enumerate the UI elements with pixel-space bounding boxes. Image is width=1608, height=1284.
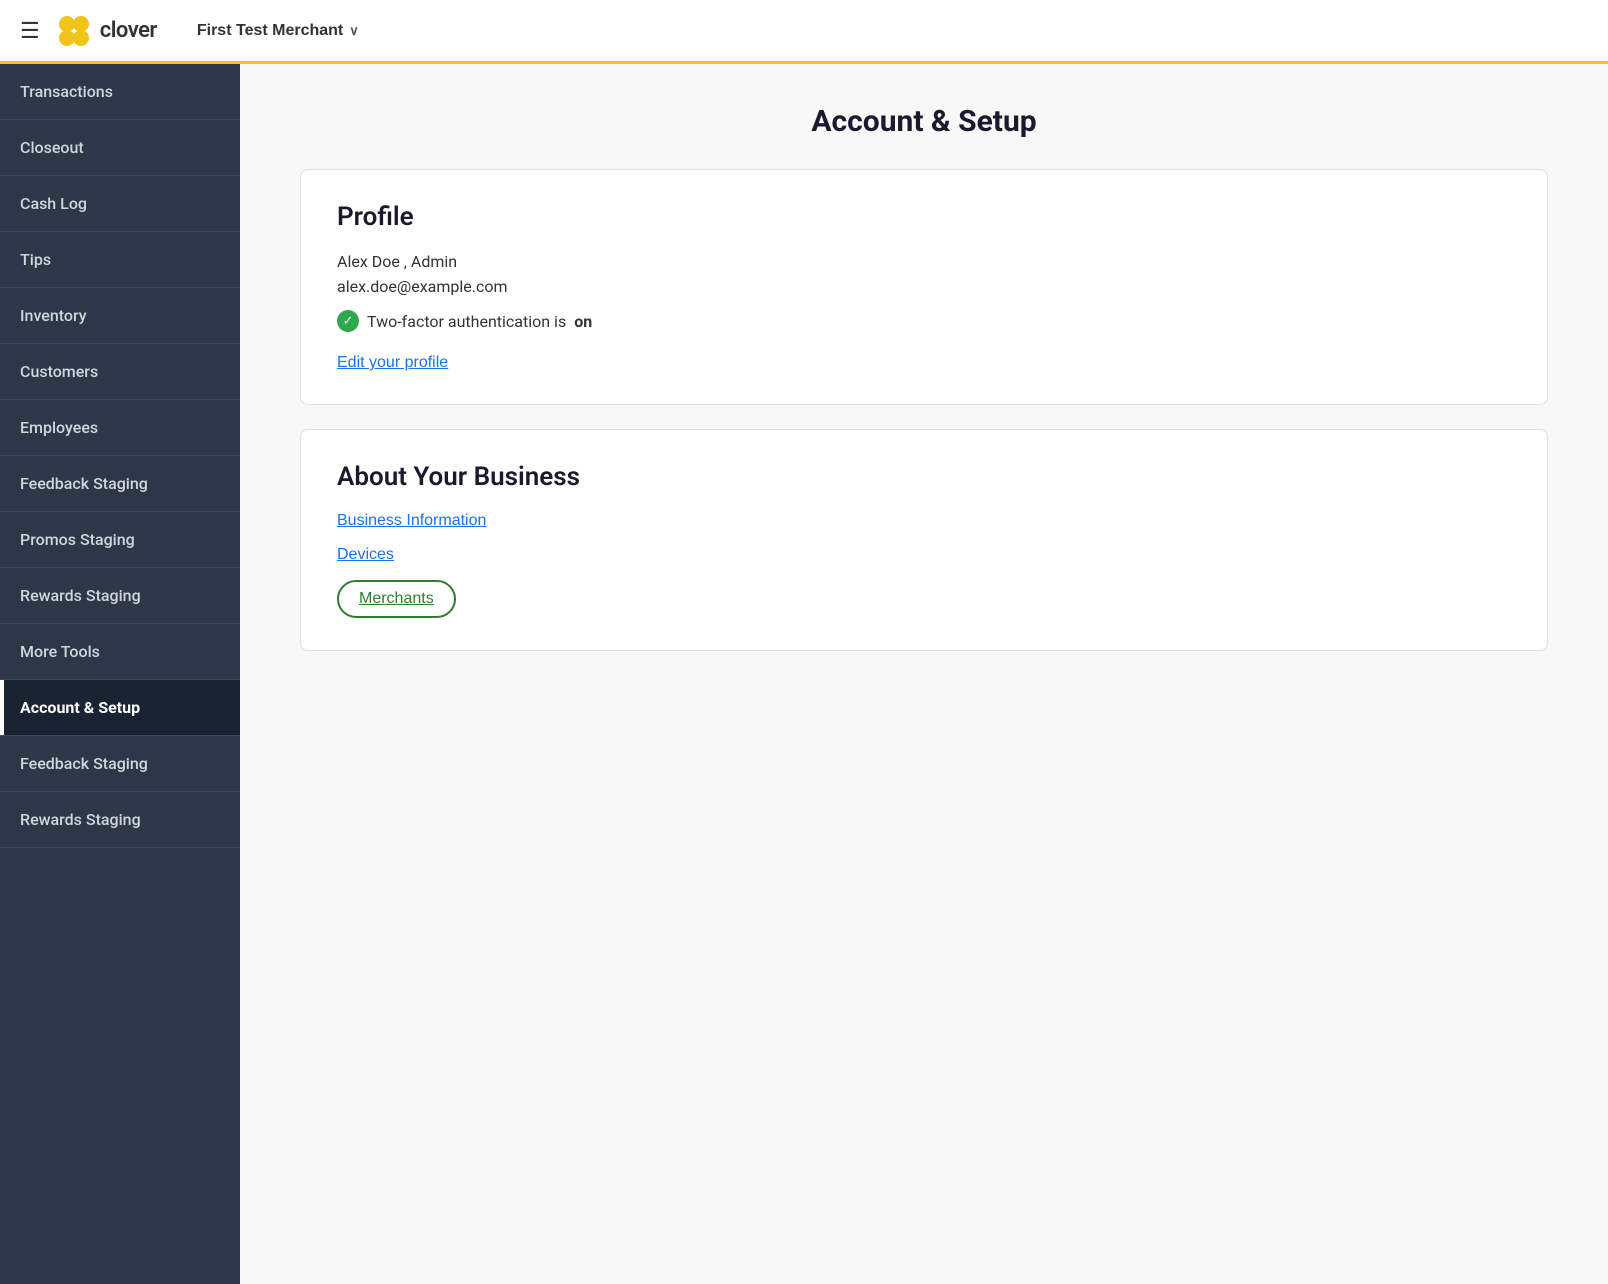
sidebar-item-label: Rewards Staging (20, 586, 141, 605)
sidebar-item-label: Cash Log (20, 194, 87, 213)
edit-profile-link[interactable]: Edit your profile (337, 354, 448, 372)
merchants-button[interactable]: Merchants (337, 580, 456, 618)
sidebar-item-label: Feedback Staging (20, 474, 148, 493)
business-card: About Your Business Business Information… (300, 429, 1548, 651)
tfa-check-icon: ✓ (337, 310, 359, 332)
chevron-down-icon: ∨ (349, 23, 359, 39)
sidebar-item-label: Feedback Staging (20, 754, 148, 773)
profile-email: alex.doe@example.com (337, 277, 1511, 296)
merchant-selector[interactable]: First Test Merchant ∨ (197, 22, 359, 40)
sidebar-item-inventory[interactable]: Inventory (0, 288, 240, 344)
page-title: Account & Setup (300, 104, 1548, 139)
sidebar-item-rewards-staging[interactable]: Rewards Staging (0, 568, 240, 624)
sidebar-item-tips[interactable]: Tips (0, 232, 240, 288)
sidebar-item-label: Inventory (20, 306, 87, 325)
logo: clover (56, 13, 157, 49)
main-content: Account & Setup Profile Alex Doe , Admin… (240, 64, 1608, 1284)
sidebar-item-label: Tips (20, 250, 51, 269)
merchant-name: First Test Merchant (197, 22, 343, 40)
sidebar-item-feedback-staging-2[interactable]: Feedback Staging (0, 736, 240, 792)
sidebar-item-more-tools[interactable]: More Tools (0, 624, 240, 680)
tfa-status: on (574, 312, 592, 331)
tfa-row: ✓ Two-factor authentication is on (337, 310, 1511, 332)
sidebar-item-label: Closeout (20, 138, 84, 157)
sidebar-item-label: Account & Setup (20, 698, 140, 717)
clover-logo-icon (56, 13, 92, 49)
app-layout: Transactions Closeout Cash Log Tips Inventor… (0, 64, 1608, 1284)
sidebar-item-employees[interactable]: Employees (0, 400, 240, 456)
tfa-text: Two-factor authentication is (367, 312, 566, 331)
sidebar-item-closeout[interactable]: Closeout (0, 120, 240, 176)
sidebar-item-label: More Tools (20, 642, 100, 661)
business-link-business-info[interactable]: Business Information (337, 512, 486, 530)
profile-name: Alex Doe , Admin (337, 252, 1511, 271)
profile-card-title: Profile (337, 202, 1511, 232)
sidebar: Transactions Closeout Cash Log Tips Inventor… (0, 64, 240, 1284)
sidebar-item-feedback-staging[interactable]: Feedback Staging (0, 456, 240, 512)
sidebar-item-cash-log[interactable]: Cash Log (0, 176, 240, 232)
sidebar-item-promos-staging[interactable]: Promos Staging (0, 512, 240, 568)
header: ☰ clover First Test Merchant ∨ (0, 0, 1608, 64)
logo-text: clover (100, 18, 157, 43)
hamburger-button[interactable]: ☰ (20, 20, 40, 42)
business-card-title: About Your Business (337, 462, 1511, 492)
sidebar-item-account-setup[interactable]: Account & Setup (0, 680, 240, 736)
business-link-devices[interactable]: Devices (337, 546, 394, 564)
sidebar-item-label: Promos Staging (20, 530, 135, 549)
sidebar-item-label: Customers (20, 362, 98, 381)
sidebar-item-customers[interactable]: Customers (0, 344, 240, 400)
sidebar-item-label: Employees (20, 418, 98, 437)
sidebar-item-label: Rewards Staging (20, 810, 141, 829)
sidebar-item-transactions[interactable]: Transactions (0, 64, 240, 120)
sidebar-item-label: Transactions (20, 82, 113, 101)
sidebar-item-rewards-staging-2[interactable]: Rewards Staging (0, 792, 240, 848)
profile-card: Profile Alex Doe , Admin alex.doe@exampl… (300, 169, 1548, 405)
business-links-container: Business Information Devices (337, 512, 1511, 564)
